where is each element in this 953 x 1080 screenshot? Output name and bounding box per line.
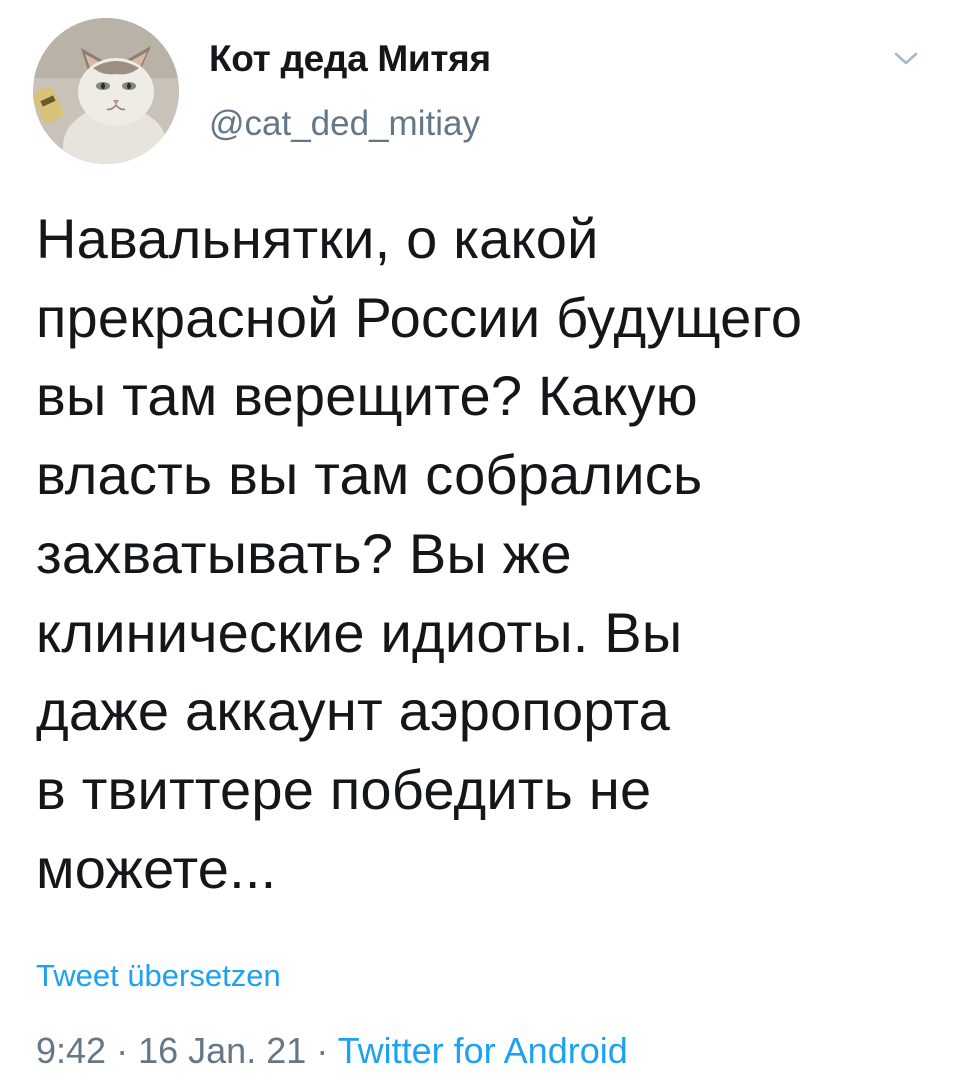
tweet-source-link[interactable]: Twitter for Android bbox=[338, 1030, 628, 1071]
tweet-time: 9:42 bbox=[36, 1030, 107, 1071]
tweet: Кот деда Митяя @cat_ded_mitiay Навальнят… bbox=[0, 0, 953, 1080]
author-avatar[interactable] bbox=[33, 18, 179, 164]
translate-tweet-link[interactable]: Tweet übersetzen bbox=[36, 958, 281, 994]
tweet-meta: 9:42 · 16 Jan. 21 · Twitter for Android bbox=[36, 1030, 628, 1072]
author-display-name[interactable]: Кот деда Митяя bbox=[209, 38, 491, 80]
tweet-text: Навальнятки, о какой прекрасной России б… bbox=[36, 207, 803, 900]
cat-avatar-icon bbox=[33, 18, 179, 164]
author-handle[interactable]: @cat_ded_mitiay bbox=[209, 104, 480, 144]
meta-separator: · bbox=[116, 1030, 129, 1071]
chevron-down-icon[interactable] bbox=[884, 38, 928, 78]
meta-separator: · bbox=[316, 1030, 329, 1071]
tweet-date: 16 Jan. 21 bbox=[138, 1030, 307, 1071]
